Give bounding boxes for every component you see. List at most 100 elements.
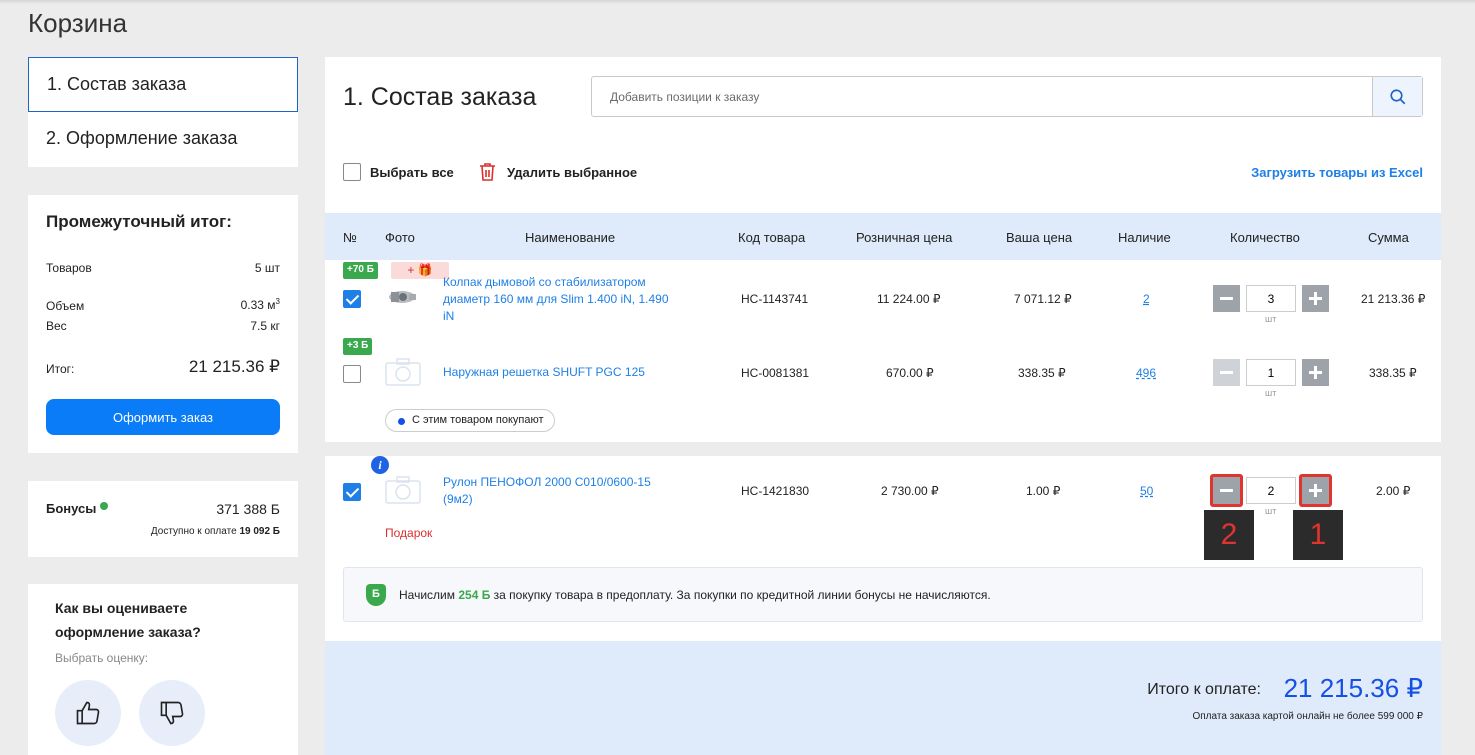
row-sum: 21 213.36 ₽ [1361, 292, 1426, 306]
retail-price: 2 730.00 ₽ [881, 484, 939, 498]
bonus-label: Бонусы [46, 501, 109, 516]
volume-label: Объем [46, 299, 85, 313]
quantity-input[interactable] [1246, 477, 1296, 504]
quantity-unit: шт [1265, 314, 1277, 324]
row-sum: 2.00 ₽ [1376, 484, 1411, 498]
total-to-pay-value: 21 215.36 ₽ [1283, 673, 1423, 703]
availability-link[interactable]: 2 [1143, 292, 1150, 306]
rating-card: Как вы оцениваете оформление заказа? Выб… [28, 584, 298, 755]
your-price: 338.35 ₽ [1018, 366, 1066, 380]
row-sum: 338.35 ₽ [1369, 366, 1417, 380]
your-price: 1.00 ₽ [1026, 484, 1061, 498]
bonus-available: Доступно к оплате 19 092 Б [150, 526, 280, 537]
quantity-unit: шт [1265, 506, 1277, 516]
minus-highlight-box [1210, 474, 1243, 507]
col-name: Наименование [525, 230, 616, 245]
search-icon [1390, 89, 1406, 105]
bonus-value: 371 388 Б [216, 501, 280, 517]
plus-highlight-box [1299, 474, 1332, 507]
bonus-shield-icon: Б [366, 584, 386, 606]
rating-question: Как вы оцениваете оформление заказа? [55, 600, 201, 640]
subtotal-title: Промежуточный итог: [46, 212, 232, 231]
items-value: 5 шт [254, 261, 280, 275]
your-price: 7 071.12 ₽ [1014, 292, 1072, 306]
trash-icon[interactable] [479, 162, 496, 181]
section-heading: 1. Состав заказа [343, 83, 537, 111]
retail-price: 11 224.00 ₽ [877, 292, 941, 306]
col-your-price: Ваша цена [1006, 230, 1073, 245]
weight-label: Вес [46, 319, 67, 333]
bonus-card: Бонусы 371 388 Б Доступно к оплате 19 09… [28, 481, 298, 557]
step-order-contents[interactable]: 1. Состав заказа [28, 57, 298, 112]
total-label: Итог: [46, 362, 75, 376]
row-checkbox[interactable] [343, 365, 361, 383]
col-quantity: Количество [1230, 230, 1300, 245]
volume-value: 0.33 м3 [240, 297, 280, 312]
rating-select-label: Выбрать оценку: [55, 651, 149, 665]
add-items-input[interactable] [592, 77, 1372, 116]
product-code: НС-1143741 [741, 292, 809, 306]
quantity-decrease-button[interactable] [1213, 285, 1240, 312]
row-checkbox[interactable] [343, 483, 361, 501]
page-title: Корзина [28, 8, 128, 38]
top-shadow [0, 0, 1475, 4]
quantity-increase-button[interactable] [1302, 359, 1329, 386]
quantity-decrease-button[interactable] [1213, 359, 1240, 386]
bonus-badge: +70 Б [343, 262, 378, 279]
product-name-link[interactable]: Колпак дымовой со стабилизатором диаметр… [443, 274, 673, 325]
product-code: НС-1421830 [741, 484, 810, 498]
checkout-button[interactable]: Оформить заказ [46, 399, 280, 435]
photo-placeholder-icon[interactable] [385, 358, 421, 386]
weight-value: 7.5 кг [250, 319, 280, 333]
retail-price: 670.00 ₽ [886, 366, 934, 380]
upload-excel-link[interactable]: Загрузить товары из Excel [1251, 165, 1423, 180]
col-photo: Фото [385, 230, 415, 245]
bonus-notice: Б Начислим 254 Б за покупку товара в пре… [343, 567, 1423, 622]
col-retail: Розничная цена [856, 230, 953, 245]
gift-item-panel: i Рулон ПЕНОФОЛ 2000 С010/0600-15 (9м2) … [325, 456, 1441, 641]
bonus-badge: +3 Б [343, 338, 373, 355]
thumbs-down-icon [160, 701, 184, 725]
info-icon[interactable]: i [371, 456, 389, 474]
select-all-checkbox[interactable] [343, 163, 361, 181]
product-photo[interactable] [387, 285, 417, 309]
payment-limit-note: Оплата заказа картой онлайн не более 599… [1192, 711, 1423, 722]
total-to-pay-label: Итого к оплате: [1147, 681, 1261, 698]
thumbs-down-button[interactable] [139, 680, 205, 746]
table-header: № Фото Наименование Код товара Розничная… [325, 213, 1441, 260]
annotation-tag-1: 1 [1293, 510, 1343, 560]
product-code: НС-0081381 [741, 366, 810, 380]
bonus-notice-text: Начислим 254 Б за покупку товара в предо… [399, 588, 991, 602]
search-button[interactable] [1372, 77, 1422, 116]
quantity-unit: шт [1265, 388, 1277, 398]
annotation-tag-2: 2 [1204, 510, 1254, 560]
col-availability: Наличие [1118, 230, 1171, 245]
availability-link[interactable]: 50 [1140, 484, 1153, 498]
gift-badge: + 🎁 [391, 262, 449, 279]
product-name-link[interactable]: Наружная решетка SHUFT PGC 125 [443, 364, 683, 381]
product-name-link[interactable]: Рулон ПЕНОФОЛ 2000 С010/0600-15 (9м2) [443, 474, 673, 508]
quantity-increase-button[interactable] [1302, 285, 1329, 312]
photo-placeholder-icon[interactable] [385, 476, 421, 504]
select-all-label[interactable]: Выбрать все [370, 165, 454, 180]
gift-label: Подарок [385, 526, 433, 540]
items-label: Товаров [46, 261, 92, 275]
quantity-input[interactable] [1246, 359, 1296, 386]
subtotal-value: 21 215.36 ₽ [188, 357, 280, 376]
subtotal-card: Промежуточный итог: Товаров 5 шт Объем 0… [28, 195, 298, 453]
step-checkout[interactable]: 2. Оформление заказа [28, 112, 298, 167]
col-code: Код товара [738, 230, 806, 245]
thumbs-up-button[interactable] [55, 680, 121, 746]
order-total-footer: Итого к оплате: 21 215.36 ₽ Оплата заказ… [325, 641, 1441, 755]
order-contents-panel: 1. Состав заказа Выбрать все Удалить выб… [325, 57, 1441, 442]
availability-link[interactable]: 496 [1136, 366, 1156, 380]
add-items-search [591, 76, 1423, 117]
col-sum: Сумма [1368, 230, 1409, 245]
delete-selected-button[interactable]: Удалить выбранное [507, 165, 637, 180]
quantity-input[interactable] [1246, 285, 1296, 312]
bonus-coin-icon [100, 502, 109, 510]
thumbs-up-icon [76, 701, 100, 725]
row-checkbox[interactable] [343, 290, 361, 308]
buy-with-button[interactable]: С этим товаром покупают [385, 409, 555, 432]
col-num: № [343, 230, 357, 245]
